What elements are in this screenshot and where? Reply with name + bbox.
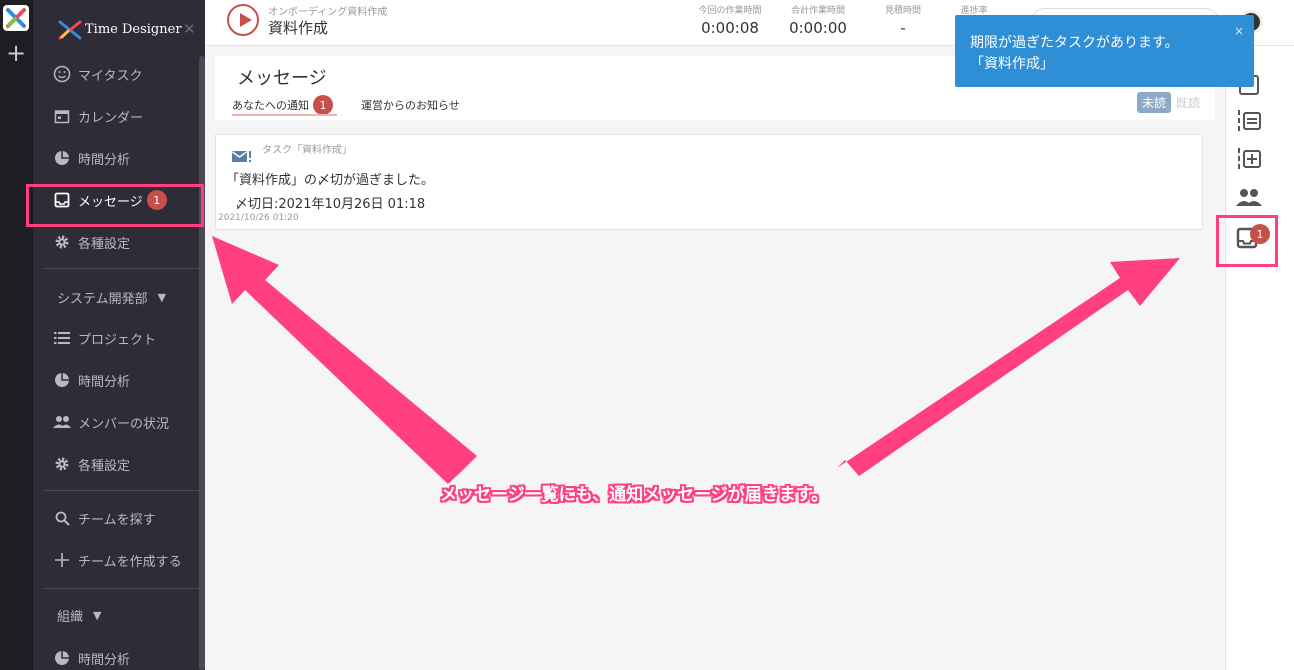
sidebar-item-label: 時間分析 [78, 652, 131, 668]
message-body: 「資料作成」の〆切が過ぎました。 [226, 173, 435, 188]
read-filter: 未読 既読 [1136, 92, 1205, 113]
sidebar-item-label: 時間分析 [78, 152, 131, 168]
time-designer-logo-icon [58, 20, 82, 40]
org-group-toggle[interactable]: 組織 ▼ [33, 600, 199, 630]
team-group-label: システム開発部 [57, 291, 148, 307]
stat-label: 合計作業時間 [790, 6, 845, 16]
pie-chart-icon [53, 149, 71, 167]
sidebar-item-member-status[interactable]: メンバーの状況 [33, 402, 199, 442]
page-title: メッセージ [237, 68, 327, 89]
highlight-box-right-inbox [1216, 215, 1278, 267]
stat-value: 0:00:00 [789, 19, 847, 37]
gear-icon [53, 455, 71, 473]
deadline-toast[interactable]: 期限が過ぎたタスクがあります。 「資料作成」 × [955, 15, 1254, 87]
sidebar-item-label: マイタスク [78, 68, 143, 84]
sidebar-item-find-team[interactable]: チームを探す [33, 498, 199, 538]
sidebar-item-label: チームを作成する [78, 554, 182, 570]
team-group-toggle[interactable]: システム開発部 ▼ [33, 282, 199, 312]
tab-label: 運営からのお知らせ [361, 99, 460, 112]
sidebar-item-create-team[interactable]: チームを作成する [33, 540, 199, 580]
filter-unread-button[interactable]: 未読 [1136, 92, 1171, 113]
highlight-box-sidebar-messages [26, 184, 204, 227]
app-rail: + [0, 0, 33, 670]
sidebar-item-label: 時間分析 [78, 374, 131, 390]
people-icon [53, 413, 71, 431]
sidebar-divider [43, 588, 199, 589]
pie-chart-icon [53, 371, 71, 389]
sidebar: Time Designer ✕ マイタスク カレンダー 時間分析 メッセージ 1… [33, 0, 205, 670]
sidebar-divider [43, 268, 199, 269]
sidebar-item-label: チームを探す [78, 512, 156, 528]
sidebar-item-label: 各種設定 [78, 458, 131, 474]
toast-message: 期限が過ぎたタスクがあります。 [970, 35, 1179, 51]
app-logo-icon[interactable] [3, 5, 29, 31]
stat-current-time: 今回の作業時間 0:00:08 [695, 3, 765, 37]
active-tab-indicator [232, 114, 337, 116]
sidebar-item-label: プロジェクト [78, 332, 157, 348]
sidebar-item-calendar[interactable]: カレンダー [33, 96, 199, 136]
plus-icon [53, 551, 71, 569]
sidebar-divider [43, 490, 199, 491]
stat-estimate: 見積時間 - [871, 3, 935, 37]
stat-label: 今回の作業時間 [698, 6, 762, 16]
close-icon[interactable]: × [1234, 21, 1244, 42]
message-deadline: 〆切日:2021年10月26日 01:18 [235, 197, 426, 212]
app-title: Time Designer [85, 22, 182, 37]
toast-task: 「資料作成」 [970, 56, 1054, 72]
tab-label: あなたへの通知 [232, 99, 309, 112]
filter-read-button[interactable]: 既読 [1171, 92, 1205, 113]
task-list-icon[interactable] [1236, 108, 1264, 136]
right-toolbar: 1 [1225, 46, 1294, 670]
mail-unread-icon [232, 151, 251, 162]
sidebar-item-team-settings[interactable]: 各種設定 [33, 444, 199, 484]
sidebar-header: Time Designer ✕ [33, 0, 205, 56]
message-task-ref: タスク「資料作成」 [262, 145, 352, 156]
calendar-icon [53, 107, 71, 125]
message-timestamp: 2021/10/26 01:20 [218, 213, 299, 223]
search-icon [53, 509, 71, 527]
list-icon [53, 329, 71, 347]
pie-chart-icon [53, 649, 71, 667]
add-task-icon[interactable] [1236, 146, 1264, 174]
stat-value: - [900, 19, 906, 37]
sidebar-item-label: 各種設定 [78, 236, 131, 252]
sidebar-item-time-analysis[interactable]: 時間分析 [33, 138, 199, 178]
tab-announcements[interactable]: 運営からのお知らせ [361, 94, 460, 116]
add-workspace-icon[interactable]: + [5, 41, 27, 65]
sidebar-item-team-time-analysis[interactable]: 時間分析 [33, 360, 199, 400]
current-task-title[interactable]: 資料作成 [268, 17, 328, 38]
close-sidebar-icon[interactable]: ✕ [183, 20, 196, 38]
sidebar-item-label: メンバーの状況 [78, 416, 170, 432]
unread-badge: 1 [313, 95, 333, 115]
smile-icon [53, 65, 71, 83]
stat-label: 見積時間 [884, 6, 921, 16]
sidebar-item-org-time-analysis[interactable]: 時間分析 [33, 638, 199, 670]
people-icon[interactable] [1236, 186, 1264, 214]
tab-notifications[interactable]: あなたへの通知 1 [232, 94, 333, 116]
annotation-caption: メッセージ一覧にも、通知メッセージが届きます。 [440, 485, 829, 505]
sidebar-item-project[interactable]: プロジェクト [33, 318, 199, 358]
sidebar-item-label: カレンダー [78, 110, 144, 126]
task-parent-title: オンボーディング資料作成 [268, 7, 388, 18]
sidebar-item-settings[interactable]: 各種設定 [33, 222, 199, 262]
stat-total-time: 合計作業時間 0:00:00 [783, 3, 853, 37]
sidebar-item-mytask[interactable]: マイタスク [33, 54, 199, 94]
gear-icon [53, 233, 71, 251]
chevron-down-icon: ▼ [157, 290, 167, 304]
message-item[interactable]: タスク「資料作成」 「資料作成」の〆切が過ぎました。 〆切日:2021年10月2… [215, 134, 1203, 230]
stat-value: 0:00:08 [701, 19, 759, 37]
chevron-down-icon: ▼ [93, 608, 102, 622]
messages-panel: メッセージ あなたへの通知 1 運営からのお知らせ 未読 既読 タスク「資料作成… [205, 46, 1225, 670]
play-button[interactable] [227, 4, 259, 36]
org-group-label: 組織 [57, 609, 84, 625]
